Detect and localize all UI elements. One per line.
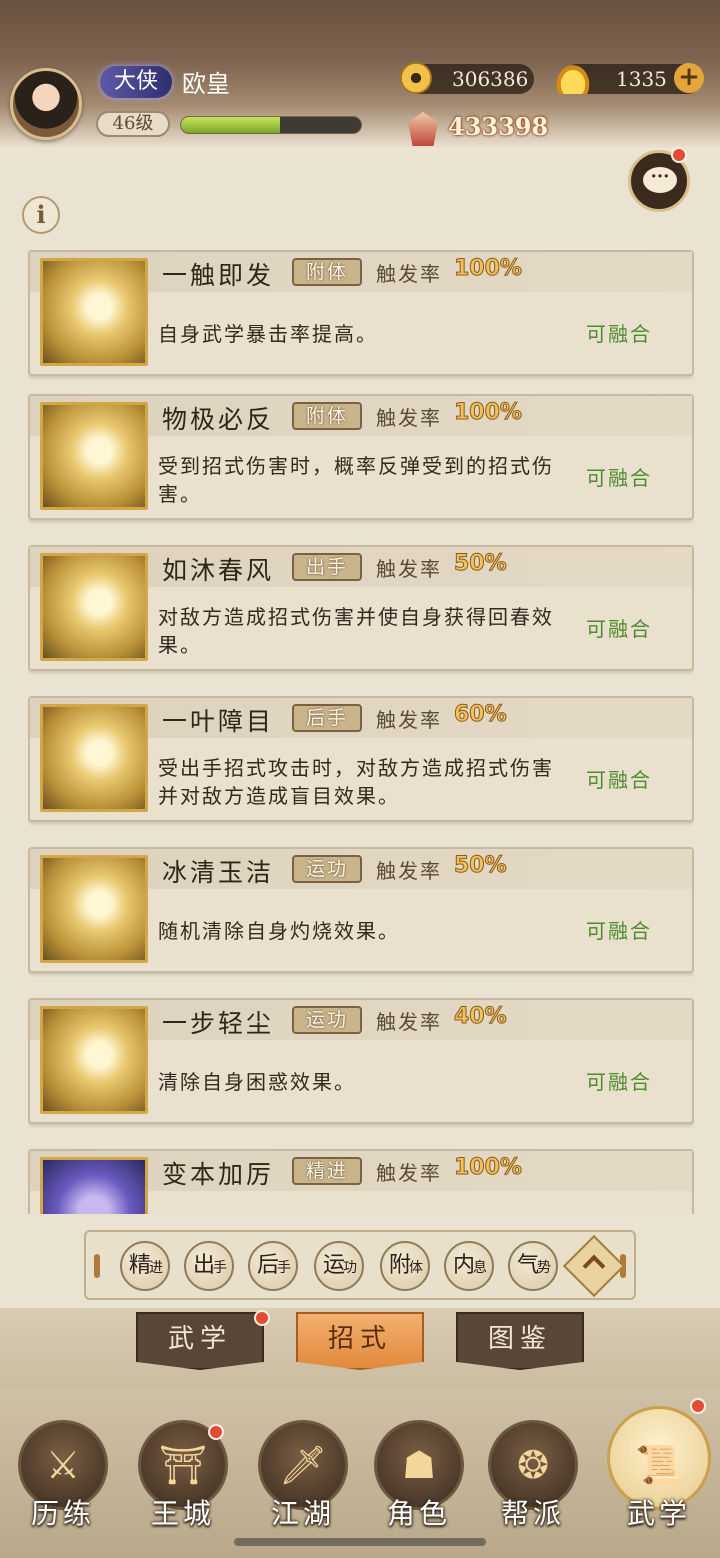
trigger-rate-value: 60% bbox=[454, 702, 508, 728]
player-avatar[interactable] bbox=[10, 68, 82, 140]
skill-description: 清除自身困惑效果。 bbox=[158, 1070, 356, 1094]
skill-name: 一叶障目 bbox=[162, 707, 275, 736]
skill-type-tag: 后手 bbox=[292, 704, 362, 732]
player-title-badge: 大侠 bbox=[100, 66, 172, 98]
skill-list[interactable]: 一触即发 附体 触发率 100% 自身武学暴击率提高。 可融合 物极必反 附体 … bbox=[28, 250, 694, 1214]
skill-type-tag: 运功 bbox=[292, 1006, 362, 1034]
nav-bangpai[interactable]: ❂ 帮派 bbox=[478, 1420, 588, 1550]
skill-name: 一步轻尘 bbox=[162, 1009, 275, 1038]
collapse-up-icon[interactable] bbox=[562, 1234, 626, 1298]
skill-card[interactable]: 如沐春风 出手 触发率 50% 对敌方造成招式伤害并使自身获得回春效果。 可融合 bbox=[28, 545, 694, 671]
wuxue-notification-dot bbox=[690, 1398, 706, 1414]
skill-name: 物极必反 bbox=[162, 405, 275, 434]
skill-name: 冰清玉洁 bbox=[162, 858, 275, 887]
skill-description: 对敌方造成招式伤害并使自身获得回春效果。 bbox=[158, 605, 554, 657]
nav-wuxue[interactable]: 📜 武学 bbox=[604, 1398, 714, 1550]
trigger-rate-label: 触发率 bbox=[376, 1161, 442, 1185]
trigger-rate-label: 触发率 bbox=[376, 1010, 442, 1034]
fusable-label: 可融合 bbox=[586, 322, 652, 346]
fusable-label: 可融合 bbox=[586, 466, 652, 490]
wangcheng-notification-dot bbox=[208, 1424, 224, 1440]
player-level: 46级 bbox=[96, 111, 170, 137]
filter-futi-button[interactable]: 附体 bbox=[380, 1241, 430, 1291]
skill-type-filter-bar: 精进 出手 后手 运功 附体 内息 气势 bbox=[84, 1230, 636, 1300]
combat-power: 433398 bbox=[408, 112, 549, 146]
skill-card[interactable]: 变本加厉 精进 触发率 100% bbox=[28, 1149, 694, 1214]
tab-zhaoshi[interactable]: 招式 bbox=[296, 1312, 424, 1370]
filter-neixi-button[interactable]: 内息 bbox=[444, 1241, 494, 1291]
skill-card[interactable]: 冰清玉洁 运功 触发率 50% 随机清除自身灼烧效果。 可融合 bbox=[28, 847, 694, 973]
fusable-label: 可融合 bbox=[586, 617, 652, 641]
trigger-rate-label: 触发率 bbox=[376, 262, 442, 286]
tab-wuxue[interactable]: 武学 bbox=[136, 1312, 264, 1370]
skill-card[interactable]: 一叶障目 后手 触发率 60% 受出手招式攻击时，对敌方造成招式伤害并对敌方造成… bbox=[28, 696, 694, 822]
skill-card[interactable]: 物极必反 附体 触发率 100% 受到招式伤害时，概率反弹受到的招式伤害。 可融… bbox=[28, 394, 694, 520]
add-currency-button[interactable]: + bbox=[674, 63, 704, 93]
home-indicator bbox=[234, 1538, 486, 1546]
exp-bar-fill bbox=[181, 117, 280, 133]
skill-icon bbox=[40, 1006, 148, 1114]
ingot-amount: 1335 bbox=[616, 67, 667, 91]
skill-card[interactable]: 一触即发 附体 触发率 100% 自身武学暴击率提高。 可融合 bbox=[28, 250, 694, 376]
skill-icon bbox=[40, 704, 148, 812]
chat-button[interactable]: ··· bbox=[628, 147, 690, 212]
filter-yungong-button[interactable]: 运功 bbox=[314, 1241, 364, 1291]
skill-icon bbox=[40, 553, 148, 661]
skill-icon bbox=[40, 258, 148, 366]
player-name: 欧皇 bbox=[182, 70, 230, 98]
trigger-rate-value: 100% bbox=[454, 1155, 523, 1181]
coin-icon bbox=[400, 62, 432, 94]
exp-bar bbox=[180, 116, 362, 134]
skill-type-tag: 附体 bbox=[292, 258, 362, 286]
skill-card[interactable]: 一步轻尘 运功 触发率 40% 清除自身困惑效果。 可融合 bbox=[28, 998, 694, 1124]
trigger-rate-label: 触发率 bbox=[376, 708, 442, 732]
chat-notification-dot bbox=[671, 147, 687, 163]
skill-name: 一触即发 bbox=[162, 261, 275, 290]
fusable-label: 可融合 bbox=[586, 768, 652, 792]
info-button[interactable]: i bbox=[22, 196, 60, 234]
trigger-rate-value: 50% bbox=[454, 853, 508, 879]
coin-counter[interactable]: 306386 bbox=[400, 62, 534, 94]
nav-juese[interactable]: ☗ 角色 bbox=[364, 1420, 474, 1550]
nav-lilian[interactable]: ⚔ 历练 bbox=[8, 1420, 118, 1550]
skill-type-tag: 精进 bbox=[292, 1157, 362, 1185]
skill-icon bbox=[40, 1157, 148, 1214]
skill-type-tag: 附体 bbox=[292, 402, 362, 430]
trigger-rate-value: 100% bbox=[454, 400, 523, 426]
filter-qishi-button[interactable]: 气势 bbox=[508, 1241, 558, 1291]
skill-type-tag: 出手 bbox=[292, 553, 362, 581]
filter-chushou-button[interactable]: 出手 bbox=[184, 1241, 234, 1291]
coin-amount: 306386 bbox=[452, 67, 529, 91]
skill-icon bbox=[40, 855, 148, 963]
trigger-rate-label: 触发率 bbox=[376, 557, 442, 581]
trigger-rate-value: 50% bbox=[454, 551, 508, 577]
filter-jingjin-button[interactable]: 精进 bbox=[120, 1241, 170, 1291]
ingot-counter[interactable]: 1335 + bbox=[554, 62, 704, 94]
skill-description: 受到招式伤害时，概率反弹受到的招式伤害。 bbox=[158, 454, 554, 506]
gold-ingot-icon bbox=[554, 62, 592, 94]
skill-icon bbox=[40, 402, 148, 510]
nav-jianghu[interactable]: 🗡 江湖 bbox=[248, 1420, 358, 1550]
skill-name: 变本加厉 bbox=[162, 1160, 275, 1189]
combat-power-value: 433398 bbox=[448, 112, 549, 141]
fusable-label: 可融合 bbox=[586, 1070, 652, 1094]
fusable-label: 可融合 bbox=[586, 919, 652, 943]
trigger-rate-label: 触发率 bbox=[376, 406, 442, 430]
skill-type-tag: 运功 bbox=[292, 855, 362, 883]
trigger-rate-label: 触发率 bbox=[376, 859, 442, 883]
chat-bubble-icon: ··· bbox=[643, 167, 677, 193]
power-icon bbox=[408, 112, 438, 146]
trigger-rate-value: 40% bbox=[454, 1004, 508, 1030]
skill-description: 随机清除自身灼烧效果。 bbox=[158, 919, 400, 943]
skill-description: 受出手招式攻击时，对敌方造成招式伤害并对敌方造成盲目效果。 bbox=[158, 756, 554, 808]
nav-wangcheng[interactable]: ⛩ 王城 bbox=[128, 1420, 238, 1550]
tab-tujian[interactable]: 图鉴 bbox=[456, 1312, 584, 1370]
skill-name: 如沐春风 bbox=[162, 556, 275, 585]
filter-houshou-button[interactable]: 后手 bbox=[248, 1241, 298, 1291]
skill-description: 自身武学暴击率提高。 bbox=[158, 322, 378, 346]
tab-wuxue-notification-dot bbox=[254, 1310, 270, 1326]
trigger-rate-value: 100% bbox=[454, 256, 523, 282]
